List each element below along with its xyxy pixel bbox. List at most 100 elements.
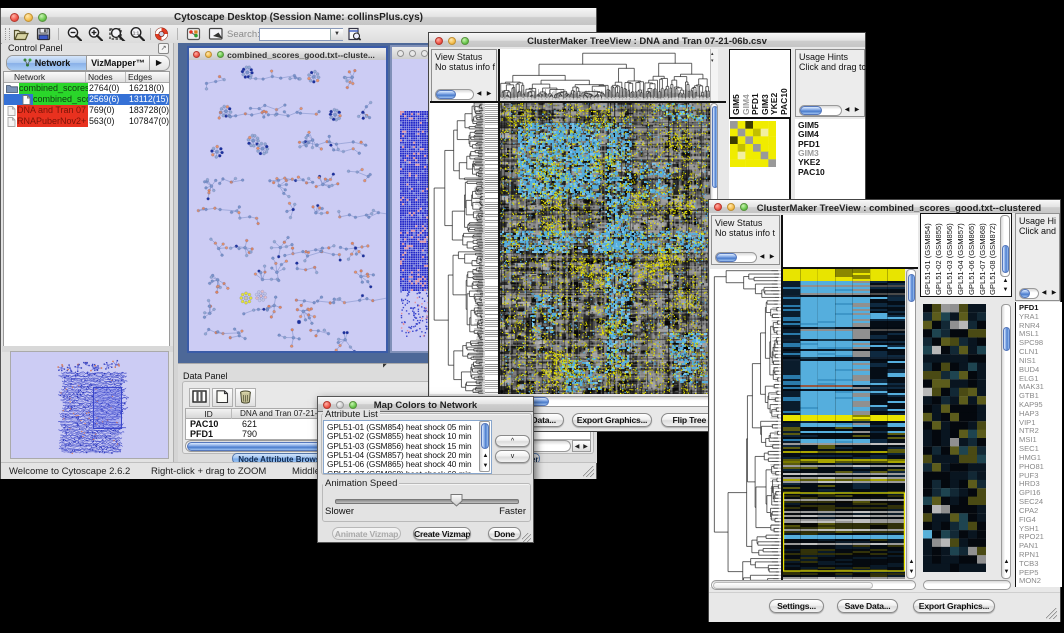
zoom-selected-button[interactable] [109,27,126,41]
scrollbar-thumb[interactable] [1020,289,1030,298]
create-attribute-button[interactable] [215,390,230,404]
network-table-row[interactable]: combined_sco2569(6)13112(15) [4,94,169,105]
scroll-right-arrow-icon[interactable]: ▶ [484,89,494,100]
help-lifebuoy-button[interactable] [154,27,169,41]
toolbar-drag-handle[interactable] [5,28,10,40]
scrollbar-thumb[interactable] [908,274,915,302]
tv2-labels-vscroll[interactable] [1000,215,1010,277]
tv2-close-button[interactable] [714,203,722,211]
tv1-usage-scrollbar[interactable]: ◀▶ [799,105,862,116]
tv1-button-export-graphics[interactable]: Export Graphics... [572,413,652,427]
tv2-zoom-button[interactable] [740,203,748,211]
tab-vizmapper[interactable]: VizMapper™ [87,56,149,70]
network-table-row[interactable]: DNA and Tran 07769(0)183728(0) [4,105,169,116]
network-cluster-view[interactable] [189,60,386,351]
scroll-down-arrow-icon[interactable]: ▼ [1001,287,1010,295]
scroll-up-arrow-icon[interactable]: ▲ [1002,559,1011,568]
tv2-minimize-button[interactable] [727,203,735,211]
scroll-up-arrow-icon[interactable]: ▲ [1001,278,1010,286]
frame1-close-button[interactable] [193,51,200,58]
tv2-row-dendrogram[interactable] [710,269,781,587]
tv2-heatmap[interactable] [783,269,905,579]
tv2-status-scrollbar[interactable]: ◀▶ [715,252,777,263]
tv2-button-settings[interactable]: Settings... [769,599,824,613]
scroll-down-arrow-icon[interactable]: ▼ [481,462,490,471]
attribute-list-vscroll[interactable]: ▲▼ [479,421,490,472]
scrollbar-thumb[interactable] [1002,245,1009,273]
tv2-hscroll-right[interactable] [923,580,1011,590]
more-tabs-arrow-icon[interactable]: ▶ [149,56,168,70]
resize-grip[interactable] [583,466,595,478]
data-panel-collapse-arrow-icon[interactable]: ◤ [383,363,387,369]
attribute-list-item[interactable]: GPL51-07 (GSM868) heat shock 60 min [327,469,472,475]
tab-network[interactable]: Network [7,56,87,70]
resize-grip[interactable] [1046,608,1058,620]
search-dropdown-arrow-icon[interactable]: ▼ [330,29,343,40]
save-session-button[interactable] [36,27,51,41]
move-up-button[interactable]: ^ [495,435,530,447]
move-down-button[interactable]: v [495,450,530,463]
dialog-button-done[interactable]: Done [488,527,521,540]
network-modules-button[interactable] [186,27,201,41]
open-session-button[interactable] [13,27,29,41]
scroll-up-arrow-icon[interactable]: ▲ [481,452,490,461]
data-panel-toolbar-button[interactable] [189,388,210,407]
tv2-hscroll-left[interactable] [711,580,916,590]
tiny-down-arrow-icon[interactable]: ▾ [711,58,717,64]
frame2-zoom-button[interactable] [421,50,428,57]
data-panel-toolbar-button[interactable] [212,388,233,407]
tv1-col-dendrogram[interactable] [500,49,710,100]
scroll-right-arrow-icon[interactable]: ▶ [767,252,777,263]
attribute-search-button[interactable] [347,27,362,41]
tv2-usage-scrollbar[interactable]: ◀▶ [1019,288,1059,299]
animation-speed-slider-thumb[interactable] [450,493,463,507]
zoom-out-button[interactable] [67,27,82,41]
delete-attribute-button[interactable] [238,390,253,404]
scroll-left-arrow-icon[interactable]: ◀ [842,105,852,116]
scroll-right-arrow-icon[interactable]: ▶ [581,440,591,452]
birdseye-view[interactable] [10,351,169,459]
scroll-left-arrow-icon[interactable]: ◀ [1039,288,1049,299]
tiny-up-arrow-icon[interactable]: ▴ [711,51,717,57]
scroll-up-arrow-icon[interactable]: ▲ [907,559,916,568]
attribute-list[interactable]: GPL51-01 (GSM854) heat shock 05 minGPL51… [323,420,492,474]
tv2-genes-vscroll[interactable] [1001,304,1011,579]
tv2-heat-vscroll[interactable] [906,269,916,579]
scrollbar-thumb[interactable] [481,423,489,449]
tv2-zoom-heatmap[interactable] [923,304,986,572]
annotation-tool-button[interactable] [208,27,225,41]
scroll-down-arrow-icon[interactable]: ▼ [907,569,916,578]
tv1-zoom-matrix[interactable] [730,121,776,167]
scroll-down-arrow-icon[interactable]: ▼ [1002,569,1011,578]
frame1-minimize-button[interactable] [205,51,212,58]
scroll-left-arrow-icon[interactable]: ◀ [757,252,767,263]
tv1-heatmap[interactable] [500,103,710,394]
animation-speed-slider-track[interactable] [335,499,519,504]
scrollbar-thumb[interactable] [1003,327,1010,351]
tv1-status-scrollbar[interactable]: ◀▶ [435,89,494,100]
dialog-button-create-vizmap[interactable]: Create Vizmap [413,527,471,540]
network-view-frame-1[interactable]: combined_scores_good.txt--cluste... [187,46,388,353]
network-table-row[interactable]: combined_scores_2764(0)16218(0) [4,83,169,94]
data-panel-toolbar-button[interactable] [235,388,256,407]
scrollbar-thumb[interactable] [712,106,718,188]
dialog-button-animate-vizmap[interactable]: Animate Vizmap [332,527,401,540]
scrollbar-thumb[interactable] [800,106,822,115]
tv2-button-save-data[interactable]: Save Data... [837,599,898,613]
resize-grip[interactable] [522,533,532,543]
tv2-button-export-graphics[interactable]: Export Graphics... [913,599,995,613]
scrollbar-thumb[interactable] [436,90,456,99]
scroll-left-arrow-icon[interactable]: ◀ [474,89,484,100]
zoom-in-button[interactable] [88,27,103,41]
scroll-right-arrow-icon[interactable]: ▶ [1049,288,1059,299]
float-panel-icon[interactable]: ↗ [158,43,169,54]
scrollbar-thumb[interactable] [713,582,873,589]
frame2-minimize-button[interactable] [409,50,416,57]
frame2-close-button[interactable] [397,50,404,57]
zoom-fit-button[interactable]: 1:1 [130,27,145,41]
scrollbar-thumb[interactable] [716,253,737,262]
tv1-row-dendrogram[interactable] [430,102,485,394]
select-attributes-button[interactable] [192,390,207,404]
scroll-right-arrow-icon[interactable]: ▶ [852,105,862,116]
network-table-row[interactable]: RNAPuberNov2+563(0)107847(0) [4,116,169,127]
